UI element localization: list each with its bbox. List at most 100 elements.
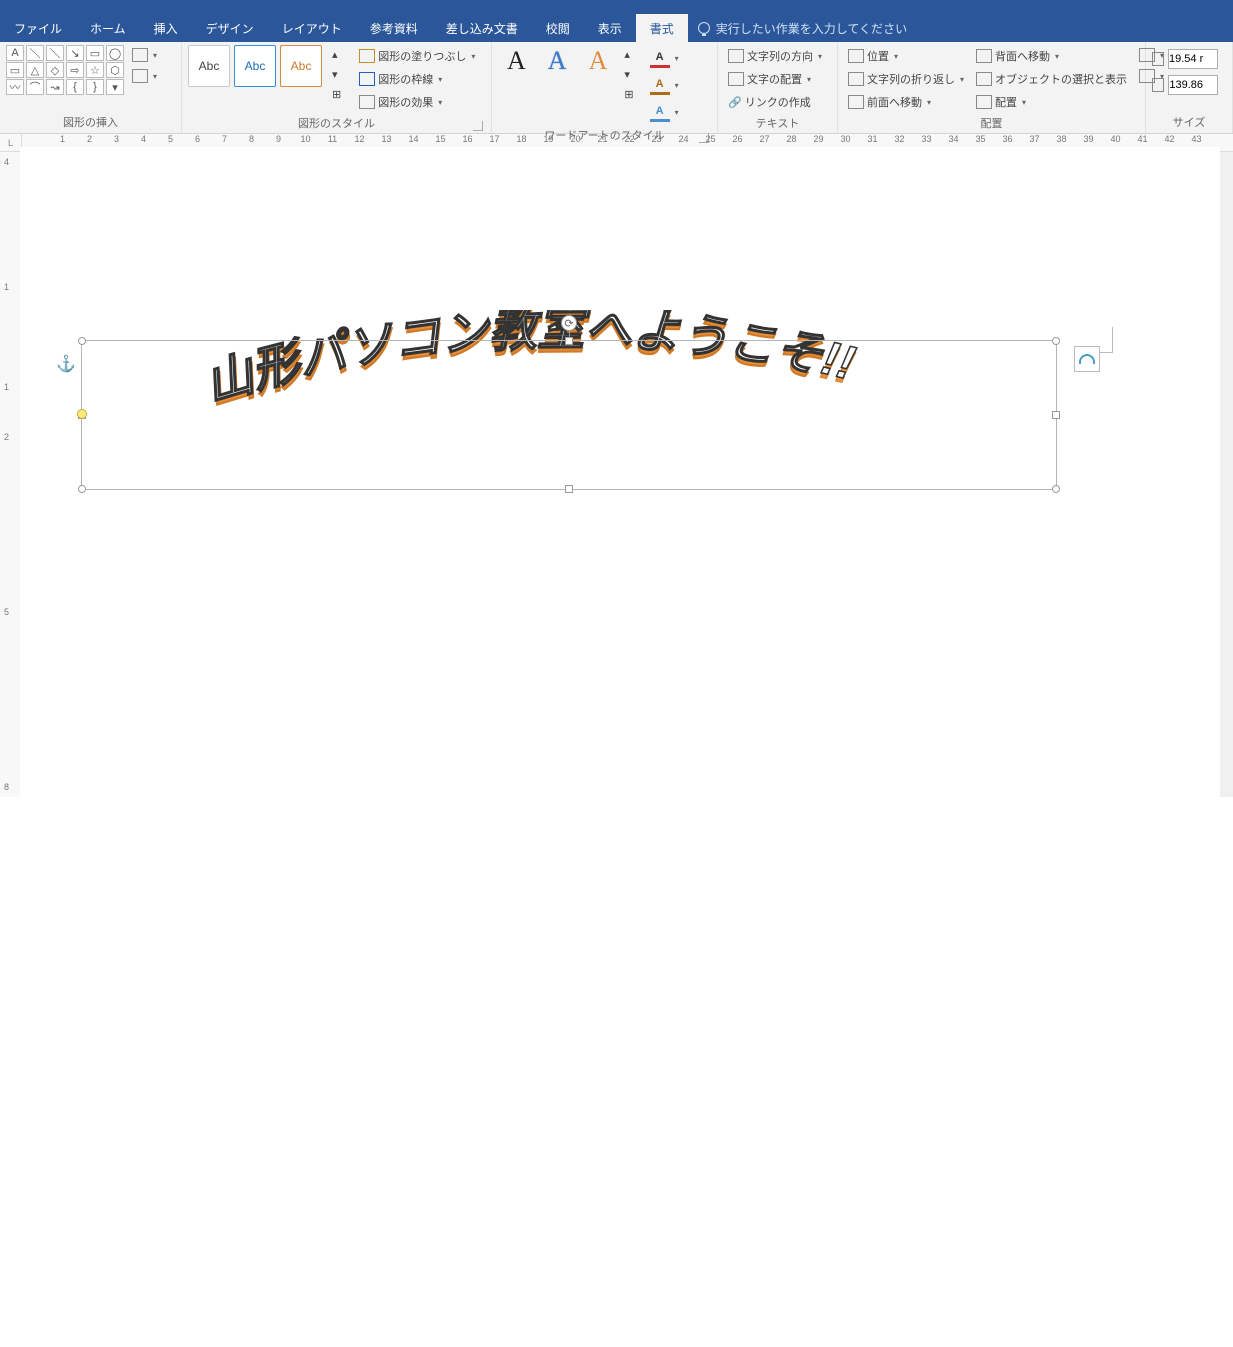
effects-icon: [359, 95, 375, 109]
shape-tri-icon[interactable]: △: [26, 62, 44, 78]
lightbulb-icon: [698, 22, 710, 34]
shape-style-gallery[interactable]: ⊞: [328, 85, 345, 104]
shape-hex-icon[interactable]: ◇: [46, 62, 64, 78]
shape-fill-button[interactable]: 図形の塗りつぶし▾: [355, 45, 479, 67]
wordart-gallery-more[interactable]: ⊞: [620, 85, 637, 104]
resize-handle-br[interactable]: [1052, 485, 1060, 493]
shape-gallery[interactable]: A ＼ ＼ ↘ ▭ ◯ ▭ △ ◇ ⇨ ☆ ⬡ 〰 ⌒: [6, 45, 124, 95]
shape-arrowr-icon[interactable]: ⇨: [66, 62, 84, 78]
resize-handle-t[interactable]: [565, 337, 573, 345]
shape-star-icon[interactable]: ☆: [86, 62, 104, 78]
text-effects-icon: A: [650, 102, 670, 122]
anchor-icon: ⚓: [56, 354, 76, 374]
resize-handle-bl[interactable]: [78, 485, 86, 493]
shape-effects-button[interactable]: 図形の効果▾: [355, 91, 479, 113]
text-fill-button[interactable]: A▾: [646, 45, 683, 71]
group-label-insert-shapes: 図形の挿入: [6, 112, 175, 133]
group-shape-styles: Abc Abc Abc ▴ ▾ ⊞ 図形の塗りつぶし▾ 図形の枠線▾ 図形の効果…: [182, 42, 492, 133]
tab-view[interactable]: 表示: [584, 14, 636, 42]
page[interactable]: [20, 147, 1220, 1347]
tab-mailmerge[interactable]: 差し込み文書: [432, 14, 532, 42]
tab-insert[interactable]: 挿入: [140, 14, 192, 42]
tell-me-search[interactable]: 実行したい作業を入力してください: [688, 14, 917, 42]
text-outline-icon: A: [650, 75, 670, 95]
wordart-preset-3[interactable]: A: [580, 45, 617, 77]
text-align-button[interactable]: 文字の配置▾: [724, 68, 826, 90]
shape-arrow-icon[interactable]: ↘: [66, 45, 84, 61]
document-workspace: 411258 ⚓ 山形パソコン教室へようこそ!! 山形パソコン教室へようこそ!!…: [0, 152, 1233, 797]
align-button[interactable]: 配置▾: [972, 91, 1131, 113]
resize-handle-r[interactable]: [1052, 411, 1060, 419]
group-label-arrange: 配置: [844, 113, 1139, 134]
tab-format[interactable]: 書式: [636, 14, 688, 42]
tab-references[interactable]: 参考資料: [356, 14, 432, 42]
shape-width-input[interactable]: [1168, 75, 1218, 95]
rotate-handle[interactable]: ⟳: [561, 315, 577, 331]
tab-home[interactable]: ホーム: [76, 14, 140, 42]
shape-height-input[interactable]: [1168, 49, 1218, 69]
text-direction-button[interactable]: 文字列の方向▾: [724, 45, 826, 67]
shape-curve-icon[interactable]: 〰: [6, 79, 24, 95]
shape-arc-icon[interactable]: ⌒: [26, 79, 44, 95]
tab-layout[interactable]: レイアウト: [268, 14, 356, 42]
text-align-icon: [728, 72, 744, 86]
title-bar: [0, 0, 1233, 14]
wordart-preset-1[interactable]: A: [498, 45, 535, 77]
shape-oval-icon[interactable]: ◯: [106, 45, 124, 61]
shape-outline-button[interactable]: 図形の枠線▾: [355, 68, 479, 90]
vertical-ruler[interactable]: 411258: [0, 152, 22, 797]
create-link-button[interactable]: 🔗リンクの作成: [724, 91, 826, 113]
shape-style-preset-3[interactable]: Abc: [280, 45, 322, 87]
shape-style-more2[interactable]: ▾: [328, 65, 345, 84]
shape-rect-icon[interactable]: ▭: [86, 45, 104, 61]
shape-more-icon[interactable]: ▾: [106, 79, 124, 95]
shape-line-icon[interactable]: ＼: [26, 45, 44, 61]
group-insert-shapes: A ＼ ＼ ↘ ▭ ◯ ▭ △ ◇ ⇨ ☆ ⬡ 〰 ⌒: [0, 42, 182, 133]
group-label-text: テキスト: [724, 113, 831, 134]
shape-rect2-icon[interactable]: ▭: [6, 62, 24, 78]
text-fill-icon: A: [650, 48, 670, 68]
text-direction-icon: [728, 49, 744, 63]
edit-shape-icon: [132, 48, 148, 62]
wordart-scroll-down[interactable]: ▾: [620, 65, 637, 84]
shape-line2-icon[interactable]: ＼: [46, 45, 64, 61]
text-effects-button[interactable]: A▾: [646, 99, 683, 125]
shape-conn-icon[interactable]: ↝: [46, 79, 64, 95]
wordart-preset-2[interactable]: A: [539, 45, 576, 77]
shape-style-preset-2[interactable]: Abc: [234, 45, 276, 87]
position-button[interactable]: 位置▾: [844, 45, 968, 67]
selection-pane-button[interactable]: オブジェクトの選択と表示: [972, 68, 1131, 90]
resize-handle-b[interactable]: [565, 485, 573, 493]
position-icon: [848, 49, 864, 63]
wrap-text-button[interactable]: 文字列の折り返し▾: [844, 68, 968, 90]
group-label-size: サイズ: [1152, 112, 1226, 133]
textbox-icon: [132, 69, 148, 83]
pen-icon: [359, 72, 375, 86]
resize-handle-tr[interactable]: [1052, 337, 1060, 345]
tab-design[interactable]: デザイン: [192, 14, 268, 42]
shape-brace-r-icon[interactable]: }: [86, 79, 104, 95]
send-back-button[interactable]: 背面へ移動▾: [972, 45, 1131, 67]
bring-front-button[interactable]: 前面へ移動▾: [844, 91, 968, 113]
selection-box[interactable]: ⟳: [81, 340, 1057, 490]
edit-shape-button[interactable]: ▾: [128, 45, 161, 65]
shape-brace-l-icon[interactable]: {: [66, 79, 84, 95]
resize-handle-tl[interactable]: [78, 337, 86, 345]
shape-callout-icon[interactable]: ⬡: [106, 62, 124, 78]
wordart-scroll-up[interactable]: ▴: [620, 45, 637, 64]
dialog-launcher-icon[interactable]: [473, 121, 483, 131]
tab-file[interactable]: ファイル: [0, 14, 76, 42]
shape-textbox-icon[interactable]: A: [6, 45, 24, 61]
selection-pane-icon: [976, 72, 992, 86]
tab-review[interactable]: 校閲: [532, 14, 584, 42]
wrap-icon: [848, 72, 864, 86]
paint-bucket-icon: [359, 49, 375, 63]
group-arrange: 位置▾ 文字列の折り返し▾ 前面へ移動▾ 背面へ移動▾ オブジェクトの選択と表示…: [838, 42, 1146, 133]
draw-textbox-button[interactable]: ▾: [128, 66, 161, 86]
adjust-handle[interactable]: [77, 409, 87, 419]
text-outline-button[interactable]: A▾: [646, 72, 683, 98]
shape-style-preset-1[interactable]: Abc: [188, 45, 230, 87]
shape-style-more[interactable]: ▴: [328, 45, 345, 64]
layout-options-button[interactable]: [1074, 346, 1100, 372]
page-area[interactable]: ⚓ 山形パソコン教室へようこそ!! 山形パソコン教室へようこそ!! ⟳: [22, 152, 1233, 797]
